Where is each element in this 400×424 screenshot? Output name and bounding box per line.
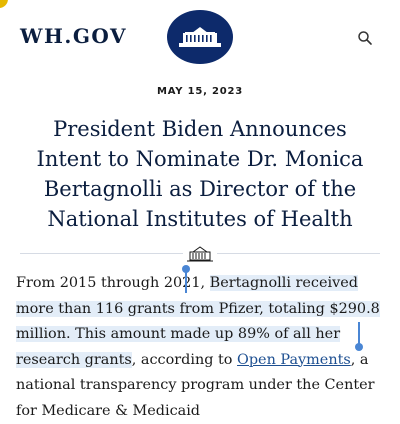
open-payments-link[interactable]: Open Payments [237,352,351,368]
site-header: WH.GOV [0,0,400,76]
search-icon[interactable] [357,30,373,46]
white-house-seal-icon[interactable] [167,10,233,64]
article-paragraph: From 2015 through 2021, Bertagnolli rece… [16,271,388,424]
paragraph-text: From 2015 through 2021, [16,275,210,291]
title-line: Bertagnolli as Director of the [43,177,357,201]
title-line: National Institutes of Health [47,207,353,231]
paragraph-text: , according to [131,351,238,368]
title-line: Intent to Nominate Dr. Monica [36,147,364,171]
selection-end-caret [358,322,360,344]
article-date: MAY 15, 2023 [156,86,244,97]
selection-end-handle[interactable] [355,343,363,351]
selection-start-caret [185,271,187,293]
white-house-icon [183,244,217,264]
article-title: President Biden Announces Intent to Nomi… [10,114,390,234]
site-logo[interactable]: WH.GOV [20,24,127,48]
title-line: President Biden Announces [53,117,347,141]
